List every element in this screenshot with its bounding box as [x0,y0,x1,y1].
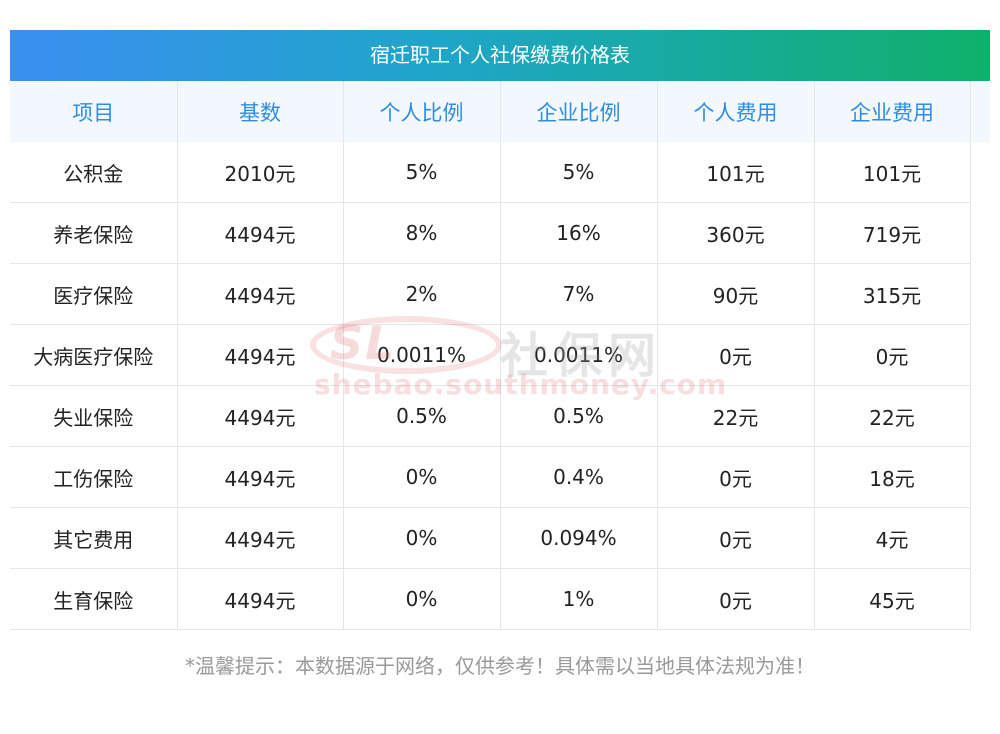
table-row: 其它费用 4494元 0% 0.094% 0元 4元 [10,507,971,569]
cell-company-rate: 1% [500,568,658,630]
cell-item: 公积金 [10,142,178,203]
cell-personal-fee: 0元 [657,446,815,508]
table-row: 生育保险 4494元 0% 1% 0元 45元 [10,568,971,630]
cell-company-fee: 4元 [814,507,971,569]
cell-company-fee: 22元 [814,385,971,447]
cell-personal-rate: 2% [343,263,501,325]
cell-company-fee: 315元 [814,263,971,325]
cell-item: 生育保险 [10,568,178,630]
cell-company-fee: 18元 [814,446,971,508]
header-filler [970,81,990,142]
table-row: 养老保险 4494元 8% 16% 360元 719元 [10,202,971,264]
cell-personal-rate: 0% [343,568,501,630]
cell-item: 工伤保险 [10,446,178,508]
disclaimer-note: *温馨提示：本数据源于网络，仅供参考！具体需以当地具体法规为准！ [185,654,815,678]
cell-base: 2010元 [177,142,344,203]
cell-base: 4494元 [177,446,344,508]
cell-company-rate: 0.0011% [500,324,658,386]
cell-base: 4494元 [177,385,344,447]
cell-company-rate: 16% [500,202,658,264]
cell-company-rate: 7% [500,263,658,325]
cell-personal-fee: 0元 [657,324,815,386]
table-row: 公积金 2010元 5% 5% 101元 101元 [10,142,971,203]
header-company-fee: 企业费用 [814,81,971,142]
cell-base: 4494元 [177,507,344,569]
fee-table: 项目 基数 个人比例 企业比例 个人费用 企业费用 公积金 2010元 5% 5… [10,81,971,630]
header-base: 基数 [177,81,344,142]
cell-company-fee: 45元 [814,568,971,630]
cell-company-rate: 0.094% [500,507,658,569]
table-title: 宿迁职工个人社保缴费价格表 [10,30,990,81]
cell-base: 4494元 [177,202,344,264]
cell-company-fee: 101元 [814,142,971,203]
header-item: 项目 [10,81,178,142]
cell-personal-rate: 8% [343,202,501,264]
cell-personal-fee: 0元 [657,507,815,569]
header-company-rate: 企业比例 [500,81,658,142]
cell-base: 4494元 [177,324,344,386]
cell-item: 养老保险 [10,202,178,264]
cell-base: 4494元 [177,263,344,325]
cell-company-rate: 0.5% [500,385,658,447]
header-personal-fee: 个人费用 [657,81,815,142]
table-row: 大病医疗保险 4494元 0.0011% 0.0011% 0元 0元 [10,324,971,386]
table-row: 失业保险 4494元 0.5% 0.5% 22元 22元 [10,385,971,447]
cell-personal-fee: 22元 [657,385,815,447]
cell-item: 医疗保险 [10,263,178,325]
cell-company-rate: 0.4% [500,446,658,508]
cell-base: 4494元 [177,568,344,630]
cell-personal-rate: 5% [343,142,501,203]
cell-personal-rate: 0% [343,507,501,569]
cell-personal-fee: 90元 [657,263,815,325]
cell-company-fee: 0元 [814,324,971,386]
table-row: 医疗保险 4494元 2% 7% 90元 315元 [10,263,971,325]
header-personal-rate: 个人比例 [343,81,501,142]
cell-personal-fee: 0元 [657,568,815,630]
table-row: 工伤保险 4494元 0% 0.4% 0元 18元 [10,446,971,508]
cell-company-fee: 719元 [814,202,971,264]
cell-company-rate: 5% [500,142,658,203]
cell-personal-rate: 0.5% [343,385,501,447]
cell-item: 其它费用 [10,507,178,569]
table-header-row: 项目 基数 个人比例 企业比例 个人费用 企业费用 [10,81,971,142]
cell-item: 失业保险 [10,385,178,447]
cell-personal-fee: 101元 [657,142,815,203]
cell-personal-rate: 0% [343,446,501,508]
cell-item: 大病医疗保险 [10,324,178,386]
cell-personal-rate: 0.0011% [343,324,501,386]
cell-personal-fee: 360元 [657,202,815,264]
